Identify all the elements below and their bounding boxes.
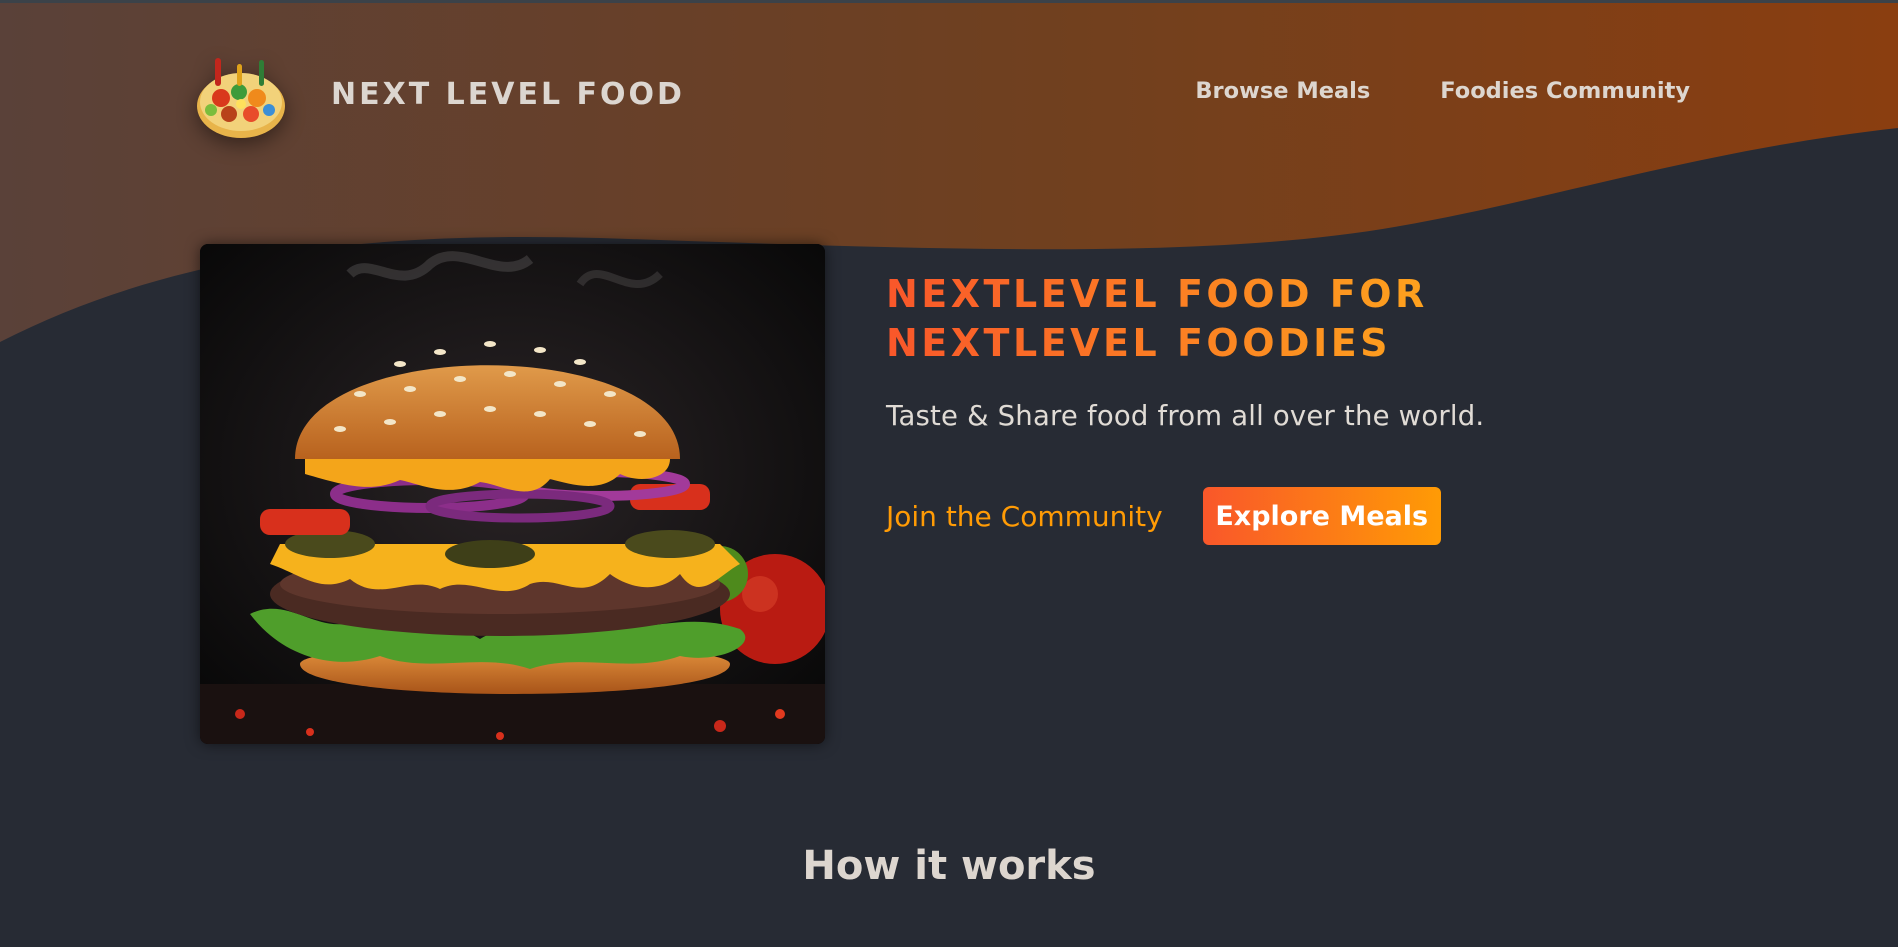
hero-title: NEXTLEVEL FOOD FOR NEXTLEVEL FOODIES: [886, 270, 1586, 368]
food-platter-icon: [197, 58, 285, 138]
home-logo-link[interactable]: NEXT LEVEL FOOD: [193, 46, 685, 142]
nav-foodies-community[interactable]: Foodies Community: [1440, 78, 1690, 104]
hero-cta-row: Join the Community Explore Meals: [886, 487, 1441, 545]
join-community-link[interactable]: Join the Community: [886, 500, 1163, 533]
hero-image-slideshow: [200, 244, 825, 744]
nav-browse-meals[interactable]: Browse Meals: [1195, 78, 1370, 104]
hero-title-line-2: NEXTLEVEL FOODIES: [886, 321, 1392, 365]
brand-name: NEXT LEVEL FOOD: [331, 76, 685, 112]
main-nav: Browse Meals Foodies Community: [1195, 78, 1690, 104]
burger-image: [200, 244, 825, 744]
explore-meals-button[interactable]: Explore Meals: [1202, 487, 1441, 545]
hero-subtitle: Taste & Share food from all over the wor…: [886, 400, 1485, 432]
page: NEXT LEVEL FOOD Browse Meals Foodies Com…: [0, 0, 1898, 947]
hero-title-line-1: NEXTLEVEL FOOD FOR: [886, 272, 1428, 316]
how-it-works-heading: How it works: [802, 843, 1096, 889]
